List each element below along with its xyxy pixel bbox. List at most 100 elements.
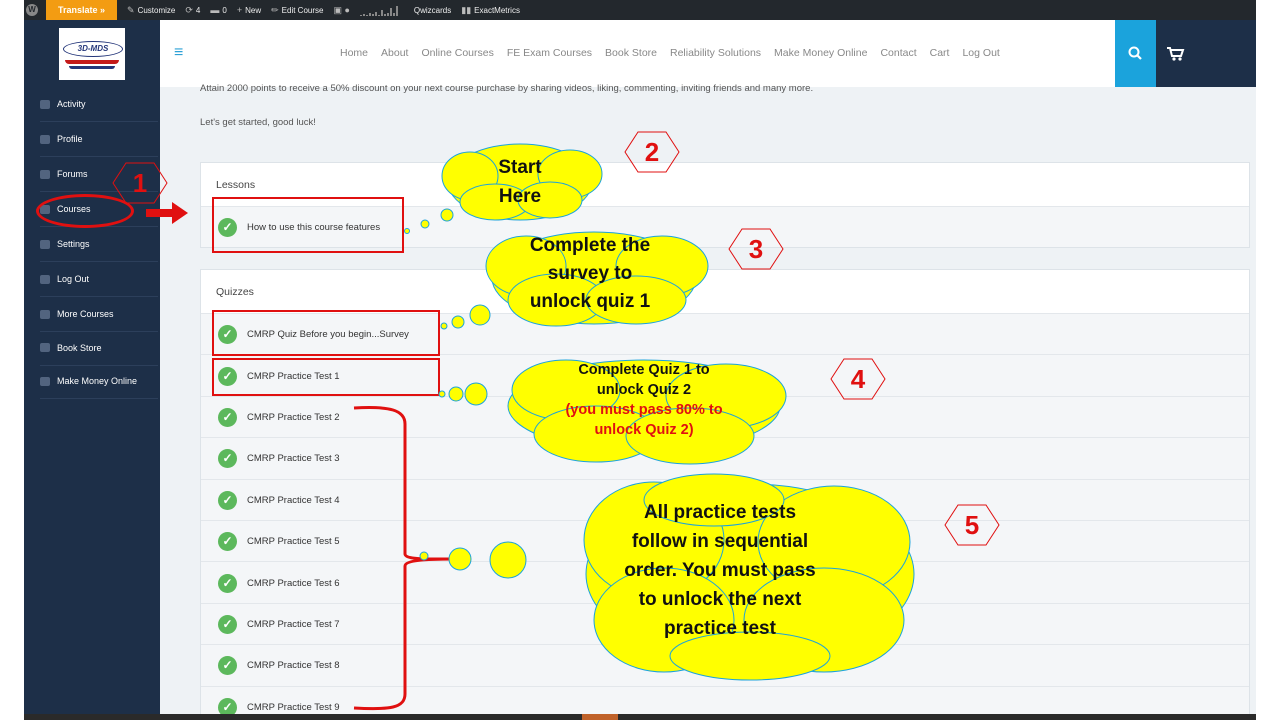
comments-link[interactable]: ▬ 0 <box>210 5 226 15</box>
sidebar-item-label: Forums <box>57 169 88 179</box>
bar-chart-icon: ▮▮ <box>461 4 472 15</box>
main-nav: Home About Online Courses FE Exam Courses Bo… <box>340 47 1000 59</box>
quiz-row[interactable]: ✓ CMRP Practice Test 8 <box>201 644 1249 687</box>
sidebar: Activity Profile Forums Courses Settings Log … <box>24 87 160 714</box>
qwizcards-link[interactable]: Qwizcards <box>414 6 451 15</box>
cart-icon[interactable] <box>1164 20 1188 87</box>
sidebar-item-label: Make Money Online <box>57 376 138 386</box>
refresh-icon: ⟳ <box>185 4 193 15</box>
quiz-row[interactable]: ✓ CMRP Practice Test 5 <box>201 520 1249 563</box>
sidebar-item-book-store[interactable]: Book Store <box>40 331 158 366</box>
sidebar-item-log-out[interactable]: Log Out <box>40 262 158 297</box>
completed-check-icon: ✓ <box>218 532 237 552</box>
sidebar-item-activity[interactable]: Activity <box>40 87 158 122</box>
completed-check-icon: ✓ <box>218 614 237 634</box>
site-logo[interactable]: 3D-MDS <box>59 28 125 80</box>
nav-link-online-courses[interactable]: Online Courses <box>421 47 493 59</box>
completed-check-icon: ✓ <box>218 366 237 386</box>
document-icon <box>40 376 50 386</box>
edit-course-link[interactable]: ✏ Edit Course <box>271 5 323 16</box>
activity-icon <box>40 99 50 109</box>
comment-icon: ▬ <box>210 5 220 15</box>
quiz-row[interactable]: ✓ CMRP Practice Test 3 <box>201 437 1249 480</box>
customize-link[interactable]: ✎ Customize <box>127 5 175 16</box>
lessons-title: Lessons <box>216 179 256 191</box>
completed-check-icon: ✓ <box>218 325 237 345</box>
wordpress-icon[interactable]: W <box>26 4 38 16</box>
sidebar-item-label: More Courses <box>57 309 114 319</box>
sidebar-item-courses[interactable]: Courses <box>40 192 158 227</box>
brush-icon: ✎ <box>127 4 135 15</box>
sidebar-item-label: Settings <box>57 239 90 249</box>
nav-link-make-money-online[interactable]: Make Money Online <box>774 47 867 59</box>
nav-link-book-store[interactable]: Book Store <box>605 47 657 59</box>
quizzes-panel: Quizzes ✓ CMRP Quiz Before you begin...Su… <box>200 269 1250 714</box>
sidebar-item-settings[interactable]: Settings <box>40 227 158 262</box>
quiz-title[interactable]: CMRP Practice Test 4 <box>247 495 340 506</box>
quiz-title[interactable]: CMRP Practice Test 2 <box>247 412 340 423</box>
quiz-title[interactable]: CMRP Practice Test 5 <box>247 536 340 547</box>
quiz-title[interactable]: CMRP Practice Test 9 <box>247 702 340 713</box>
lesson-title[interactable]: How to use this course features <box>247 222 380 233</box>
quiz-row[interactable]: ✓ CMRP Practice Test 4 <box>201 478 1249 521</box>
admin-bar: W Translate » ✎ Customize ⟳ 4 ▬ 0 + New ✏ Edi… <box>24 0 1256 20</box>
nav-link-fe-exam-courses[interactable]: FE Exam Courses <box>507 47 592 59</box>
sidebar-item-make-money-online[interactable]: Make Money Online <box>40 364 158 399</box>
quiz-row[interactable]: ✓ CMRP Quiz Before you begin...Survey <box>201 313 1249 356</box>
intro-text: Attain 2000 points to receive a 50% disc… <box>200 83 814 94</box>
nav-link-home[interactable]: Home <box>340 47 368 59</box>
quiz-row[interactable]: ✓ CMRP Practice Test 6 <box>201 561 1249 604</box>
settings-icon <box>40 239 50 249</box>
nav-link-log-out[interactable]: Log Out <box>962 47 999 59</box>
sidebar-item-label: Courses <box>57 204 91 214</box>
quiz-title[interactable]: CMRP Practice Test 1 <box>247 371 340 382</box>
completed-check-icon: ✓ <box>218 449 237 469</box>
quiz-row[interactable]: ✓ CMRP Practice Test 9 <box>201 685 1249 714</box>
completed-check-icon: ✓ <box>218 573 237 593</box>
document-icon <box>40 343 50 352</box>
cart-area <box>1156 20 1256 87</box>
nav-link-about[interactable]: About <box>381 47 408 59</box>
quiz-title[interactable]: CMRP Practice Test 6 <box>247 578 340 589</box>
site-header: 3D-MDS ≡ Home About Online Courses FE Exam … <box>24 20 1256 87</box>
quiz-row[interactable]: ✓ CMRP Practice Test 2 <box>201 395 1249 439</box>
sidebar-item-profile[interactable]: Profile <box>40 122 158 157</box>
sidebar-item-more-courses[interactable]: More Courses <box>40 297 158 332</box>
plugin-icon[interactable]: ▣ ● <box>333 5 349 16</box>
pencil-icon: ✏ <box>271 4 279 15</box>
sidebar-item-forums[interactable]: Forums <box>40 157 158 192</box>
intro-text-2: Let's get started, good luck! <box>200 117 316 128</box>
translate-button[interactable]: Translate » <box>46 0 118 20</box>
nav-link-contact[interactable]: Contact <box>880 47 916 59</box>
quiz-title[interactable]: CMRP Quiz Before you begin...Survey <box>247 329 409 340</box>
search-button[interactable] <box>1115 20 1156 87</box>
quiz-title[interactable]: CMRP Practice Test 7 <box>247 619 340 630</box>
sidebar-item-label: Book Store <box>57 342 102 353</box>
browser-viewport: W Translate » ✎ Customize ⟳ 4 ▬ 0 + New ✏ Edi… <box>24 0 1256 714</box>
nav-link-reliability-solutions[interactable]: Reliability Solutions <box>670 47 761 59</box>
courses-icon <box>40 204 50 214</box>
quiz-row[interactable]: ✓ CMRP Practice Test 1 <box>201 354 1249 397</box>
completed-check-icon: ✓ <box>218 656 237 676</box>
logo-area: 3D-MDS <box>24 20 160 87</box>
sidebar-item-label: Log Out <box>57 274 90 284</box>
quiz-row[interactable]: ✓ CMRP Practice Test 7 <box>201 602 1249 646</box>
lesson-row[interactable]: ✓ How to use this course features <box>201 206 1249 247</box>
quiz-title[interactable]: CMRP Practice Test 8 <box>247 660 340 671</box>
sidebar-item-label: Profile <box>57 134 83 144</box>
document-icon <box>40 309 50 319</box>
updates-link[interactable]: ⟳ 4 <box>185 5 200 16</box>
exactmetrics-link[interactable]: ▮▮ ExactMetrics <box>461 5 520 16</box>
profile-icon <box>40 134 50 144</box>
logout-icon <box>40 274 50 284</box>
search-icon <box>1128 46 1142 60</box>
menu-toggle-icon[interactable]: ≡ <box>174 44 183 62</box>
nav-link-cart[interactable]: Cart <box>930 47 950 59</box>
sidebar-item-label: Activity <box>57 99 86 109</box>
new-link[interactable]: + New <box>237 5 261 15</box>
completed-check-icon: ✓ <box>218 217 237 237</box>
forums-icon <box>40 169 50 179</box>
stats-graph-icon[interactable] <box>359 4 398 16</box>
taskbar <box>24 714 1256 720</box>
quiz-title[interactable]: CMRP Practice Test 3 <box>247 453 340 464</box>
